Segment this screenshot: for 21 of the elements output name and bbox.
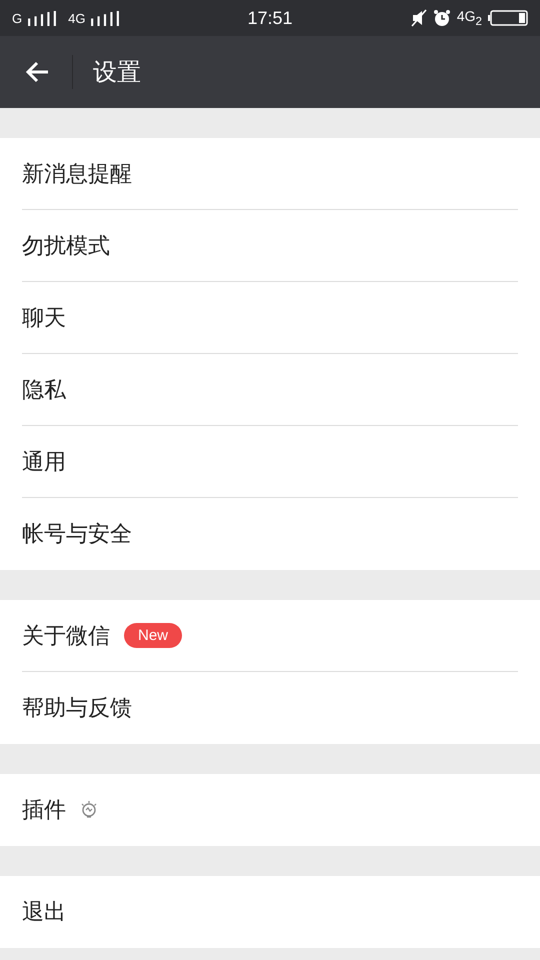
lightbulb-icon <box>80 800 98 820</box>
new-badge: New <box>124 623 182 648</box>
carrier-label: 4G <box>68 10 86 26</box>
settings-item[interactable]: 关于微信 New <box>22 600 518 672</box>
signal-icon <box>28 10 56 26</box>
settings-item[interactable]: 新消息提醒 <box>22 138 518 210</box>
clock-time: 17:51 <box>247 8 293 28</box>
alarm-icon <box>432 8 451 27</box>
settings-item[interactable]: 聊天 <box>22 282 518 354</box>
carrier-label: G <box>12 10 22 26</box>
network-label: 4G$_{2}$ <box>456 8 482 28</box>
signal-icon <box>91 10 120 26</box>
settings-item[interactable]: 通用 <box>22 426 518 498</box>
settings-item[interactable]: 勿扰模式 <box>22 210 518 282</box>
settings-item[interactable]: 帮助与反馈 <box>22 672 518 744</box>
back-icon[interactable] <box>24 60 50 84</box>
page-title: 设置 <box>93 57 141 88</box>
mute-icon <box>410 8 427 27</box>
settings-item[interactable]: 帐号与安全 <box>22 498 518 570</box>
battery-icon <box>488 10 528 26</box>
settings-item[interactable]: 隐私 <box>22 354 518 426</box>
